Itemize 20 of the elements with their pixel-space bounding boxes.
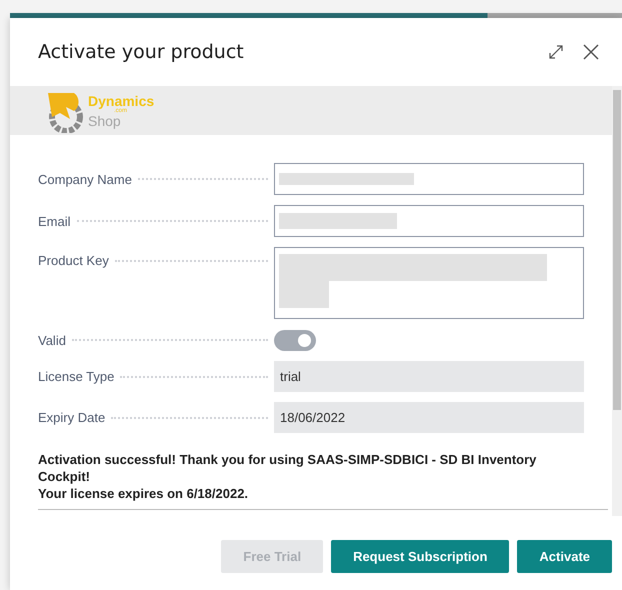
field-label: Valid: [38, 332, 66, 348]
dialog-title: Activate your product: [38, 41, 244, 63]
field-label: Product Key: [38, 253, 109, 268]
field-label: Expiry Date: [38, 410, 106, 425]
request-subscription-button[interactable]: Request Subscription: [331, 540, 510, 573]
field-label: License Type: [38, 369, 114, 384]
close-icon[interactable]: [582, 43, 600, 61]
expand-icon[interactable]: [548, 44, 564, 60]
status-message: Activation successful! Thank you for using SAAS-SIMP-SDBICI - SD BI Inventory Cockpit! Your license expires on 6/18/2022.: [38, 451, 538, 502]
field-label: Email: [38, 214, 71, 228]
input-field[interactable]: [274, 163, 584, 195]
scrollbar[interactable]: [612, 86, 622, 516]
readonly-field: trial: [274, 361, 584, 392]
input-field[interactable]: [274, 205, 584, 237]
logo-text: Dynamics: [88, 94, 154, 108]
logo-text: Shop: [88, 114, 122, 128]
text-area[interactable]: [274, 247, 584, 319]
activate-button[interactable]: Activate: [517, 540, 612, 573]
readonly-field: 18/06/2022: [274, 402, 584, 433]
field-label: Company Name: [38, 172, 132, 186]
